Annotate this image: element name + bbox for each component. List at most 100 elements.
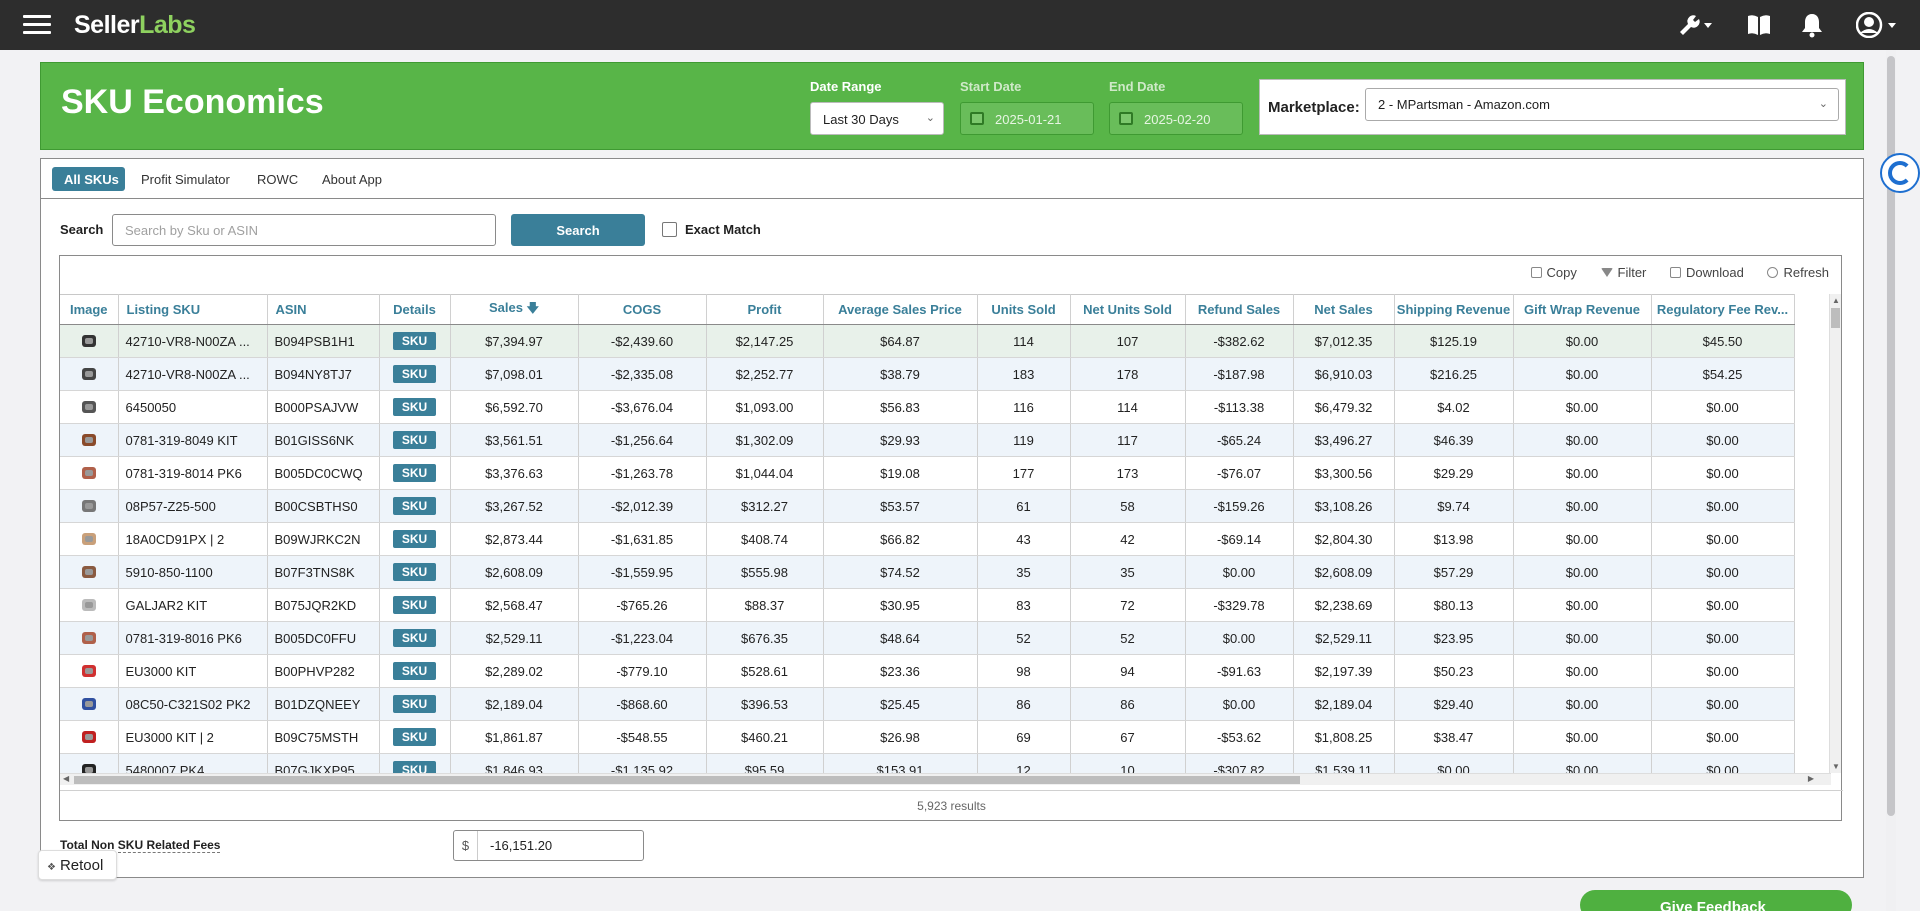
sku-details-button[interactable]: SKU [392, 398, 437, 416]
sku-details-button[interactable]: SKU [392, 761, 437, 773]
sku-details-button[interactable]: SKU [392, 596, 437, 614]
hamburger-menu-icon[interactable] [23, 15, 51, 35]
column-header-details[interactable]: Details [379, 294, 451, 325]
download-button[interactable]: Download [1670, 265, 1744, 280]
copy-button[interactable]: Copy [1530, 265, 1577, 280]
column-header-gift-wrap-revenue[interactable]: Gift Wrap Revenue [1513, 294, 1652, 325]
table-row[interactable]: EU3000 KIT | 2 B09C75MSTH SKU $1,861.87 -$54… [60, 720, 1795, 754]
search-input[interactable] [112, 214, 496, 246]
column-header-net-units-sold[interactable]: Net Units Sold [1070, 294, 1186, 325]
sku-details-button[interactable]: SKU [392, 530, 437, 548]
retool-badge[interactable]: ❖ Retool [38, 850, 117, 880]
gift-wrap-revenue-cell: $0.00 [1513, 423, 1652, 457]
product-thumbnail-image[interactable] [74, 530, 104, 548]
notification-bell-icon[interactable] [1800, 12, 1824, 38]
sku-details-button[interactable]: SKU [392, 464, 437, 482]
refresh-label: Refresh [1783, 265, 1829, 280]
sku-details-button[interactable]: SKU [392, 365, 437, 383]
exact-match-checkbox[interactable] [662, 222, 677, 237]
product-thumbnail-image[interactable] [74, 563, 104, 581]
sku-details-button[interactable]: SKU [392, 563, 437, 581]
tools-dropdown-icon[interactable] [1676, 12, 1716, 38]
floating-assistant-icon[interactable] [1880, 153, 1920, 193]
table-row[interactable]: 42710-VR8-N00ZA ... B094NY8TJ7 SKU $7,098.0… [60, 357, 1795, 391]
user-account-icon[interactable] [1856, 12, 1900, 38]
filter-button[interactable]: Filter [1600, 265, 1646, 280]
product-thumbnail-image[interactable] [74, 398, 104, 416]
table-row[interactable]: GALJAR2 KIT B075JQR2KD SKU $2,568.47 -$765.2… [60, 588, 1795, 622]
table-horizontal-scrollbar[interactable]: ◀ ▶ [60, 773, 1831, 785]
column-header-asin[interactable]: ASIN [267, 294, 380, 325]
product-thumbnail-image[interactable] [74, 629, 104, 647]
horizontal-scroll-thumb[interactable] [74, 776, 1300, 784]
sku-details-button[interactable]: SKU [392, 332, 437, 350]
column-header-sales[interactable]: Sales 🡇 [450, 294, 579, 325]
product-thumbnail-image[interactable] [74, 596, 104, 614]
listing-sku-cell: 42710-VR8-N00ZA ... [118, 357, 268, 391]
column-header-cogs[interactable]: COGS [578, 294, 707, 325]
refresh-button[interactable]: Refresh [1767, 265, 1829, 280]
end-date-input[interactable]: 2025-02-20 [1109, 102, 1243, 135]
product-thumbnail-image[interactable] [74, 728, 104, 746]
product-thumbnail-image[interactable] [74, 464, 104, 482]
table-row[interactable]: 18A0CD91PX | 2 B09WJRKC2N SKU $2,873.44 -$1,… [60, 522, 1795, 556]
column-header-image[interactable]: Image [60, 294, 119, 325]
table-vertical-scrollbar[interactable]: ▲ ▼ [1829, 294, 1841, 773]
tab-about-app[interactable]: About App [322, 167, 382, 191]
column-header-shipping-revenue[interactable]: Shipping Revenue [1394, 294, 1514, 325]
start-date-input[interactable]: 2025-01-21 [960, 102, 1094, 135]
regulatory-fee-revenue-cell: $54.25 [1651, 357, 1795, 391]
give-feedback-button[interactable]: Give Feedback [1580, 890, 1852, 911]
table-row[interactable]: EU3000 KIT B00PHVP282 SKU $2,289.02 -$779.10… [60, 654, 1795, 688]
product-thumbnail-image[interactable] [74, 365, 104, 383]
fees-label-underlined: SKU Related Fees [117, 838, 221, 853]
scroll-down-icon[interactable]: ▼ [1832, 762, 1840, 771]
product-thumbnail-image[interactable] [74, 695, 104, 713]
table-row[interactable]: 0781-319-8014 PK6 B005DC0CWQ SKU $3,376.63-… [60, 456, 1795, 490]
sku-details-button[interactable]: SKU [392, 728, 437, 746]
table-row[interactable]: 6450050 B000PSAJVW SKU $6,592.70 -$3,676.04 $… [60, 390, 1795, 424]
book-icon[interactable] [1746, 12, 1772, 38]
column-header-units-sold[interactable]: Units Sold [977, 294, 1071, 325]
scroll-left-icon[interactable]: ◀ [63, 774, 69, 783]
marketplace-select[interactable]: 2 - MPartsman - Amazon.com ⌄ [1365, 88, 1839, 121]
table-row[interactable]: 5910-850-1100 B07F3TNS8K SKU $2,608.09 -$1,5… [60, 555, 1795, 589]
column-header-refund-sales[interactable]: Refund Sales [1185, 294, 1294, 325]
product-thumbnail-image[interactable] [74, 431, 104, 449]
search-button[interactable]: Search [511, 214, 645, 246]
column-header-net-sales[interactable]: Net Sales [1293, 294, 1395, 325]
sales-cell: $2,289.02 [450, 654, 579, 688]
table-row[interactable]: 5480007 PK4 B07GJKXP95 SKU $1,846.93 -$1,135… [60, 753, 1795, 773]
column-header-profit[interactable]: Profit [706, 294, 824, 325]
vertical-scroll-thumb[interactable] [1831, 308, 1840, 328]
product-thumbnail-image[interactable] [74, 662, 104, 680]
table-row[interactable]: 08P57-Z25-500 B00CSBTHS0 SKU $3,267.52 -$2,0… [60, 489, 1795, 523]
tab-rowc[interactable]: ROWC [257, 167, 298, 191]
exact-match-control[interactable]: Exact Match [662, 222, 761, 237]
sku-details-button[interactable]: SKU [392, 497, 437, 515]
tab-all-skus[interactable]: All SKUs [52, 167, 125, 191]
total-non-sku-fees-field[interactable]: $ -16,151.20 [453, 830, 644, 861]
product-thumbnail-image[interactable] [74, 497, 104, 515]
sales-cell: $2,568.47 [450, 588, 579, 622]
sku-details-button[interactable]: SKU [392, 629, 437, 647]
table-row[interactable]: 0781-319-8016 PK6 B005DC0FFU SKU $2,529.11-… [60, 621, 1795, 655]
tab-profit-simulator[interactable]: Profit Simulator [141, 167, 230, 191]
table-row[interactable]: 08C50-C321S02 PK2 B01DZQNEEY SKU $2,189.04-… [60, 687, 1795, 721]
table-scroll-area[interactable]: Image Listing SKU ASIN Details Sales 🡇 C… [60, 294, 1831, 773]
table-row[interactable]: 0781-319-8049 KIT B01GISS6NK SKU $3,561.51-… [60, 423, 1795, 457]
sellerlabs-logo[interactable]: SellerLabs [74, 11, 196, 40]
column-header-listing-sku[interactable]: Listing SKU [118, 294, 268, 325]
sku-details-button[interactable]: SKU [392, 662, 437, 680]
scroll-right-icon[interactable]: ▶ [1808, 774, 1814, 783]
details-cell: SKU [379, 621, 451, 655]
sku-details-button[interactable]: SKU [392, 431, 437, 449]
date-range-select[interactable]: Last 30 Days ⌄ [810, 102, 944, 135]
product-thumbnail-image[interactable] [74, 332, 104, 350]
product-thumbnail-image[interactable] [74, 761, 104, 773]
scroll-up-icon[interactable]: ▲ [1832, 296, 1840, 305]
column-header-regulatory-fee-revenue[interactable]: Regulatory Fee Rev... [1651, 294, 1795, 325]
table-row[interactable]: 42710-VR8-N00ZA ... B094PSB1H1 SKU $7,394.9… [60, 324, 1795, 358]
column-header-average-sales-price[interactable]: Average Sales Price [823, 294, 978, 325]
sku-details-button[interactable]: SKU [392, 695, 437, 713]
